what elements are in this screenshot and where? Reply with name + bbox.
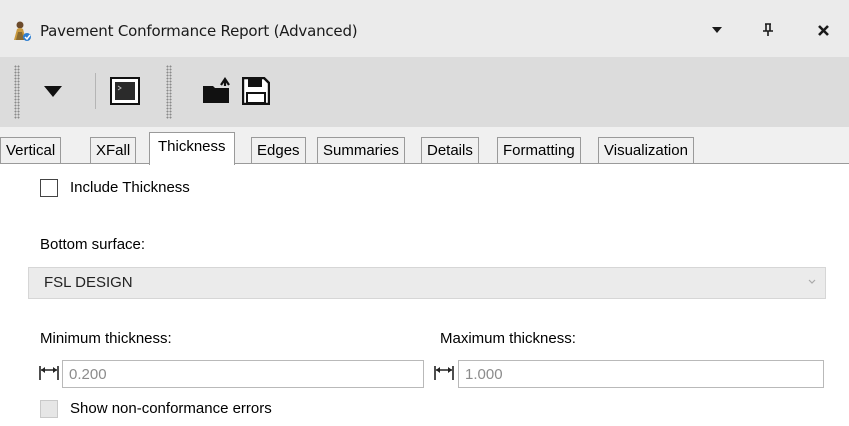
toolbar-grip[interactable]	[166, 65, 172, 119]
chevron-down-icon	[808, 279, 816, 284]
tab-formatting[interactable]: Formatting	[497, 137, 581, 164]
tab-edges[interactable]: Edges	[251, 137, 306, 164]
tab-xfall[interactable]: XFall	[90, 137, 137, 164]
bottom-surface-value: FSL DESIGN	[44, 274, 133, 291]
person-icon	[14, 21, 31, 41]
save-button[interactable]	[236, 71, 276, 111]
bottom-surface-select[interactable]: FSL DESIGN	[28, 267, 826, 299]
window-menu-button[interactable]	[704, 17, 730, 43]
open-folder-icon	[203, 77, 230, 103]
terminal-icon	[110, 77, 140, 105]
tab-summaries[interactable]: Summaries	[317, 137, 405, 164]
window-title: Pavement Conformance Report (Advanced)	[40, 22, 358, 40]
toolbar-separator	[95, 73, 96, 109]
dropdown-arrow-icon	[712, 27, 722, 33]
close-button[interactable]	[810, 17, 836, 43]
dropdown-arrow-icon	[44, 85, 62, 97]
tab-visualization[interactable]: Visualization	[598, 137, 694, 164]
show-errors-label: Show non-conformance errors	[70, 400, 272, 417]
close-icon	[817, 24, 829, 36]
toolbar-grip[interactable]	[14, 65, 20, 119]
open-button[interactable]	[197, 71, 237, 111]
tab-vertical[interactable]: Vertical	[0, 137, 62, 164]
tab-strip: Vertical XFall Thickness Edges Summaries…	[0, 127, 849, 165]
min-thickness-input[interactable]	[62, 360, 424, 388]
console-button[interactable]	[105, 71, 145, 111]
distance-icon	[39, 366, 59, 380]
min-thickness-label: Minimum thickness:	[40, 330, 172, 347]
toolbar	[0, 57, 849, 127]
tab-thickness[interactable]: Thickness	[149, 132, 235, 165]
tab-details[interactable]: Details	[421, 137, 479, 164]
max-thickness-input[interactable]	[458, 360, 824, 388]
max-thickness-label: Maximum thickness:	[440, 330, 576, 347]
pin-button[interactable]	[755, 17, 781, 43]
thickness-panel: Include Thickness Bottom surface: FSL DE…	[0, 164, 849, 426]
include-thickness-checkbox[interactable]	[40, 179, 58, 197]
show-errors-checkbox[interactable]	[40, 400, 58, 418]
pin-icon	[763, 23, 773, 36]
save-icon	[242, 77, 270, 105]
include-thickness-label: Include Thickness	[70, 179, 190, 196]
distance-icon	[434, 366, 454, 380]
toolbar-menu-button[interactable]	[33, 71, 73, 111]
bottom-surface-label: Bottom surface:	[40, 236, 146, 253]
title-bar: Pavement Conformance Report (Advanced)	[0, 0, 849, 57]
